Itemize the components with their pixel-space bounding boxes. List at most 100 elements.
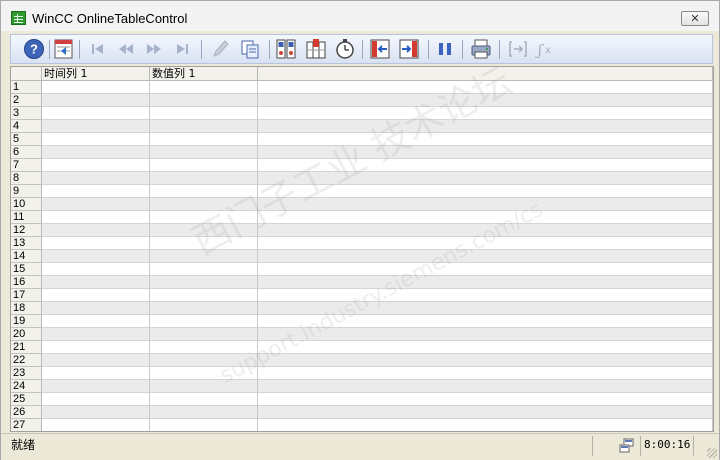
table-row[interactable]: 8: [11, 172, 713, 185]
select-columns-icon[interactable]: [305, 38, 327, 60]
cell-value[interactable]: [150, 211, 258, 224]
cell-time[interactable]: [42, 133, 150, 146]
cell-time[interactable]: [42, 276, 150, 289]
cell-value[interactable]: [150, 289, 258, 302]
help-icon[interactable]: ?: [23, 38, 45, 60]
table-row[interactable]: 13: [11, 237, 713, 250]
cell-time[interactable]: [42, 302, 150, 315]
close-button[interactable]: ✕: [681, 11, 709, 26]
cell-time[interactable]: [42, 367, 150, 380]
cell-time[interactable]: [42, 146, 150, 159]
cell-value[interactable]: [150, 159, 258, 172]
table-row[interactable]: 17: [11, 289, 713, 302]
stop-icon[interactable]: [434, 38, 456, 60]
cell-time[interactable]: [42, 94, 150, 107]
select-time-range-icon[interactable]: [334, 38, 356, 60]
cell-time[interactable]: [42, 289, 150, 302]
cell-time[interactable]: [42, 120, 150, 133]
cell-value[interactable]: [150, 406, 258, 419]
table-row[interactable]: 18: [11, 302, 713, 315]
last-record-icon[interactable]: [171, 38, 193, 60]
cell-value[interactable]: [150, 185, 258, 198]
cell-time[interactable]: [42, 354, 150, 367]
cell-value[interactable]: [150, 341, 258, 354]
table-row[interactable]: 9: [11, 185, 713, 198]
table-row[interactable]: 26: [11, 406, 713, 419]
cell-time[interactable]: [42, 224, 150, 237]
cell-time[interactable]: [42, 315, 150, 328]
cell-time[interactable]: [42, 419, 150, 431]
table-row[interactable]: 20: [11, 328, 713, 341]
table-row[interactable]: 25: [11, 393, 713, 406]
cell-time[interactable]: [42, 107, 150, 120]
table-row[interactable]: 10: [11, 198, 713, 211]
table-row[interactable]: 6: [11, 146, 713, 159]
table-row[interactable]: 2: [11, 94, 713, 107]
table-row[interactable]: 15: [11, 263, 713, 276]
cell-time[interactable]: [42, 81, 150, 94]
cell-value[interactable]: [150, 120, 258, 133]
cell-value[interactable]: [150, 107, 258, 120]
table-row[interactable]: 14: [11, 250, 713, 263]
cell-value[interactable]: [150, 94, 258, 107]
cell-value[interactable]: [150, 393, 258, 406]
cell-value[interactable]: [150, 81, 258, 94]
table-row[interactable]: 22: [11, 354, 713, 367]
cell-value[interactable]: [150, 367, 258, 380]
cell-value[interactable]: [150, 419, 258, 431]
cell-value[interactable]: [150, 198, 258, 211]
cell-value[interactable]: [150, 263, 258, 276]
cell-value[interactable]: [150, 354, 258, 367]
cell-time[interactable]: [42, 341, 150, 354]
table-row[interactable]: 11: [11, 211, 713, 224]
cell-time[interactable]: [42, 237, 150, 250]
previous-column-icon[interactable]: [369, 38, 391, 60]
table-row[interactable]: 19: [11, 315, 713, 328]
cell-time[interactable]: [42, 185, 150, 198]
table-row[interactable]: 4: [11, 120, 713, 133]
cell-time[interactable]: [42, 211, 150, 224]
column-header-value[interactable]: 数值列 1: [150, 67, 258, 81]
table-row[interactable]: 5: [11, 133, 713, 146]
copy-rows-icon[interactable]: [239, 38, 261, 60]
cell-value[interactable]: [150, 328, 258, 341]
cell-value[interactable]: [150, 302, 258, 315]
cell-time[interactable]: [42, 263, 150, 276]
cell-time[interactable]: [42, 250, 150, 263]
table-row[interactable]: 1: [11, 81, 713, 94]
cell-time[interactable]: [42, 380, 150, 393]
cell-time[interactable]: [42, 198, 150, 211]
calculate-statistics-icon[interactable]: ʃx: [535, 38, 557, 60]
cell-value[interactable]: [150, 237, 258, 250]
cell-value[interactable]: [150, 146, 258, 159]
table-row[interactable]: 27: [11, 419, 713, 431]
cell-value[interactable]: [150, 172, 258, 185]
table-row[interactable]: 23: [11, 367, 713, 380]
edit-icon[interactable]: [209, 38, 231, 60]
define-statistics-area-icon[interactable]: [507, 38, 529, 60]
cell-value[interactable]: [150, 380, 258, 393]
table-row[interactable]: 3: [11, 107, 713, 120]
table-row[interactable]: 16: [11, 276, 713, 289]
resize-grip[interactable]: [707, 448, 717, 458]
title-bar[interactable]: WinCC OnlineTableControl ✕: [1, 1, 719, 31]
cell-time[interactable]: [42, 393, 150, 406]
cell-time[interactable]: [42, 172, 150, 185]
cell-time[interactable]: [42, 406, 150, 419]
select-archive-tag-icon[interactable]: [275, 38, 297, 60]
cell-value[interactable]: [150, 250, 258, 263]
table-row[interactable]: 7: [11, 159, 713, 172]
cell-value[interactable]: [150, 133, 258, 146]
table-row[interactable]: 21: [11, 341, 713, 354]
cell-value[interactable]: [150, 315, 258, 328]
config-dialog-icon[interactable]: [53, 38, 75, 60]
table-row[interactable]: 24: [11, 380, 713, 393]
next-column-icon[interactable]: [398, 38, 420, 60]
cell-time[interactable]: [42, 328, 150, 341]
next-record-icon[interactable]: [143, 38, 165, 60]
cell-time[interactable]: [42, 159, 150, 172]
cell-value[interactable]: [150, 276, 258, 289]
print-icon[interactable]: [470, 38, 492, 60]
previous-record-icon[interactable]: [115, 38, 137, 60]
cell-value[interactable]: [150, 224, 258, 237]
